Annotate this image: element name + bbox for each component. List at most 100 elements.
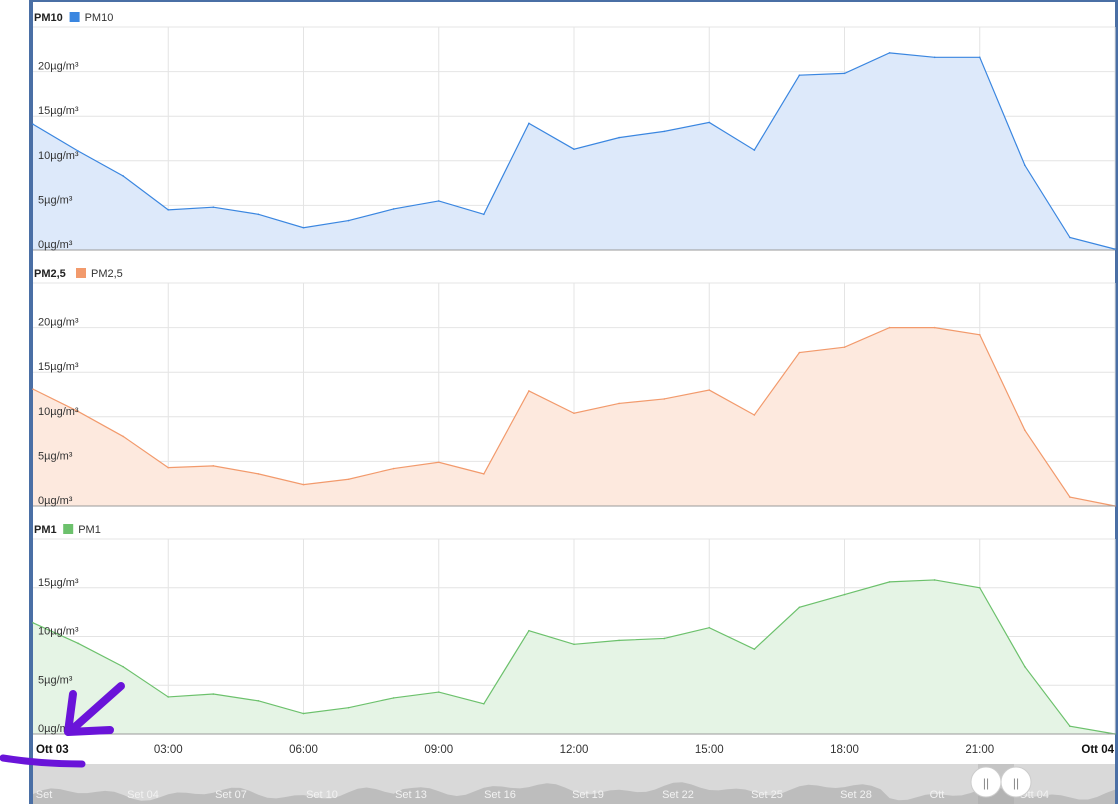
chart-top-border <box>29 0 1118 2</box>
data-point <box>933 326 936 329</box>
data-point <box>392 697 395 699</box>
navigator[interactable]: Set Set 04 Set 07 Set 10 Set 13 Set 16 Set 19 S… <box>33 764 1115 804</box>
y-tick-label: 15µg/m³ <box>38 577 79 589</box>
data-point <box>257 700 260 702</box>
y-tick-label: 5µg/m³ <box>38 450 73 462</box>
data-point <box>1024 164 1026 167</box>
y-tick-label: 10µg/m³ <box>38 150 79 162</box>
y-tick-label: 0µg/m³ <box>38 239 73 251</box>
data-point <box>392 208 395 210</box>
data-point <box>753 648 756 650</box>
x-tick-label: 18:00 <box>830 744 859 756</box>
navigator-label: Set 13 <box>395 789 427 801</box>
data-point <box>618 402 620 405</box>
legend-label[interactable]: PM10 <box>85 12 114 24</box>
x-tick-label: Ott 03 <box>36 744 69 756</box>
data-point <box>32 123 34 126</box>
data-point <box>483 702 485 705</box>
data-point <box>888 326 891 329</box>
x-axis: Ott 03 03:00 06:00 09:00 12:00 15:00 18:00 21:0… <box>36 744 1115 756</box>
y-tick-label: 20µg/m³ <box>38 61 79 73</box>
data-point <box>437 200 440 202</box>
data-point <box>437 691 440 693</box>
data-point <box>392 467 395 470</box>
panel-title: PM10 <box>34 12 63 24</box>
data-point <box>843 593 846 596</box>
y-tick-label: 10µg/m³ <box>38 406 79 418</box>
data-point <box>528 390 530 392</box>
data-point <box>32 622 34 624</box>
y-tick-label: 5µg/m³ <box>38 674 73 686</box>
data-point <box>257 473 260 475</box>
data-point <box>167 209 170 211</box>
air-quality-chart: 0µg/m³ 5µg/m³ 10µg/m³ 15µg/m³ 20µg/m³ PM10 PM1… <box>0 0 1118 804</box>
legend-swatch[interactable] <box>69 12 80 22</box>
data-point <box>933 579 936 581</box>
data-point <box>1069 236 1071 239</box>
data-point <box>663 398 665 400</box>
data-point <box>573 412 575 415</box>
x-tick-label: 15:00 <box>695 744 724 756</box>
navigator-handle-grip: || <box>983 776 989 790</box>
data-point <box>888 581 891 583</box>
data-point <box>528 629 530 632</box>
navigator-label: Set 10 <box>306 789 338 801</box>
data-point <box>212 693 215 695</box>
data-point <box>167 466 170 469</box>
data-point <box>77 642 79 645</box>
legend-swatch[interactable] <box>63 524 74 534</box>
data-point <box>978 56 981 59</box>
data-point <box>1024 429 1026 431</box>
chart-panel-2: 0µg/m³5µg/m³10µg/m³15µg/m³PM1 PM1 <box>32 524 1116 735</box>
data-point <box>708 626 711 629</box>
data-point <box>708 389 711 391</box>
y-tick-label: 15µg/m³ <box>38 105 79 117</box>
data-point <box>888 52 891 54</box>
data-point <box>798 351 801 354</box>
x-tick-label: 03:00 <box>154 744 183 756</box>
data-point <box>122 175 124 177</box>
annotation-underline <box>0 754 86 768</box>
data-point <box>798 606 801 609</box>
data-point <box>843 346 846 349</box>
legend-label[interactable]: PM2,5 <box>91 268 123 280</box>
data-point <box>122 665 124 668</box>
panel-title: PM2,5 <box>34 268 66 280</box>
data-point <box>618 639 620 642</box>
data-point <box>618 136 620 139</box>
y-tick-label: 10µg/m³ <box>38 626 79 638</box>
navigator-handle[interactable]: || <box>970 766 1002 798</box>
data-point <box>843 72 846 75</box>
data-point <box>483 473 485 475</box>
y-tick-label: 0µg/m³ <box>38 495 73 507</box>
data-point <box>708 121 711 124</box>
x-tick-label: Ott 04 <box>1081 744 1114 756</box>
data-point <box>1024 665 1026 668</box>
navigator-handle[interactable]: || <box>1000 766 1032 798</box>
panel-title: PM1 <box>34 524 57 536</box>
navigator-label: Set 16 <box>484 789 516 801</box>
data-point <box>347 219 350 222</box>
y-tick-label: 15µg/m³ <box>38 361 79 373</box>
x-tick-label: 09:00 <box>424 744 453 756</box>
data-point <box>753 149 756 151</box>
navigator-label: Set 22 <box>662 789 694 801</box>
data-point <box>933 56 936 59</box>
navigator-handle-grip: || <box>1013 776 1019 790</box>
navigator-label: Ott <box>930 789 945 801</box>
navigator-label: Set <box>36 789 53 801</box>
x-tick-label: 21:00 <box>965 744 994 756</box>
chart-panel-1: 0µg/m³ 5µg/m³ 10µg/m³ 15µg/m³ 20µg/m³ PM2,5 PM… <box>32 268 1116 507</box>
navigator-label: Set 28 <box>840 789 872 801</box>
data-point <box>212 206 215 208</box>
data-point <box>437 461 440 464</box>
y-tick-label: 5µg/m³ <box>38 194 73 206</box>
data-point <box>347 706 350 709</box>
data-point <box>1069 496 1071 498</box>
legend-swatch[interactable] <box>76 268 86 278</box>
data-point <box>1069 725 1071 727</box>
data-point <box>302 226 305 229</box>
data-point <box>573 148 575 151</box>
data-point <box>798 74 801 76</box>
legend-label[interactable]: PM1 <box>78 524 101 536</box>
